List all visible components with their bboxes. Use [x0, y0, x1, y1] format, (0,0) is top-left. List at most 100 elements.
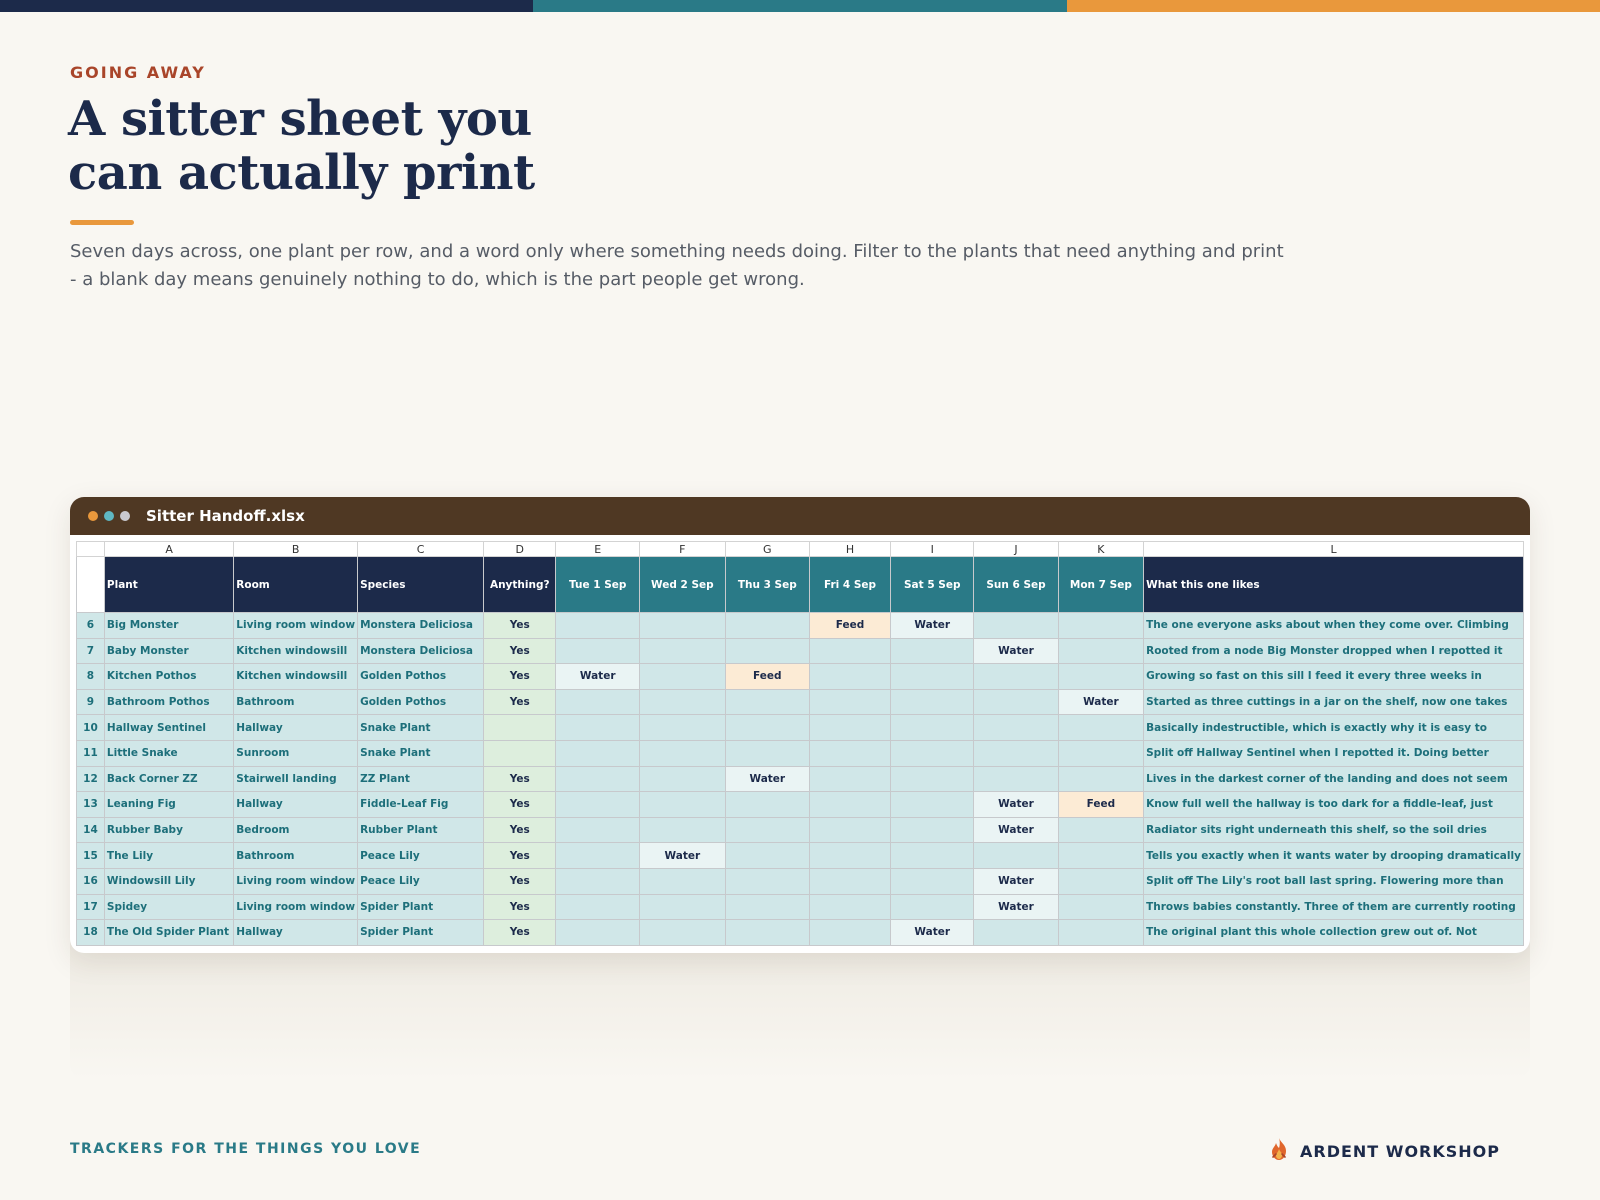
header-cell[interactable]: Tue 1 Sep: [555, 556, 640, 613]
plant-cell[interactable]: Baby Monster: [103, 637, 235, 665]
day-cell[interactable]: [973, 919, 1059, 946]
day-cell[interactable]: [555, 919, 640, 946]
day-cell[interactable]: [724, 791, 810, 818]
day-cell[interactable]: [555, 612, 640, 639]
day-cell[interactable]: [1057, 714, 1145, 741]
row-number[interactable]: 7: [76, 637, 105, 665]
room-cell[interactable]: Hallway: [233, 714, 359, 741]
day-cell[interactable]: [890, 816, 975, 844]
window-minimize-dot[interactable]: [104, 511, 114, 521]
day-cell[interactable]: [808, 714, 892, 741]
species-cell[interactable]: Spider Plant: [357, 919, 485, 946]
day-cell[interactable]: [555, 842, 640, 869]
plant-cell[interactable]: The Lily: [103, 842, 235, 869]
day-cell[interactable]: [890, 714, 975, 741]
species-cell[interactable]: Golden Pothos: [357, 688, 485, 716]
day-cell[interactable]: [808, 816, 892, 844]
likes-cell[interactable]: Throws babies constantly. Three of them …: [1143, 893, 1524, 921]
day-cell[interactable]: [890, 791, 975, 818]
day-cell[interactable]: Water: [1057, 688, 1145, 716]
day-cell[interactable]: [724, 714, 810, 741]
day-cell[interactable]: [1057, 612, 1145, 639]
row-number[interactable]: 13: [76, 791, 105, 818]
anything-cell[interactable]: Yes: [483, 791, 557, 818]
likes-cell[interactable]: Split off The Lily's root ball last spri…: [1143, 867, 1524, 895]
likes-cell[interactable]: Started as three cuttings in a jar on th…: [1143, 688, 1524, 716]
room-cell[interactable]: Hallway: [233, 791, 359, 818]
day-cell[interactable]: [724, 739, 810, 767]
room-cell[interactable]: Living room window: [233, 612, 359, 639]
brand-lockup[interactable]: ARDENT WORKSHOP: [1268, 1137, 1500, 1166]
day-cell[interactable]: [973, 714, 1059, 741]
likes-cell[interactable]: Know full well the hallway is too dark f…: [1143, 791, 1524, 818]
day-cell[interactable]: Water: [973, 893, 1059, 921]
anything-cell[interactable]: Yes: [483, 842, 557, 869]
day-cell[interactable]: [638, 637, 726, 665]
day-cell[interactable]: [724, 893, 810, 921]
likes-cell[interactable]: Radiator sits right underneath this shel…: [1143, 816, 1524, 844]
day-cell[interactable]: [638, 714, 726, 741]
day-cell[interactable]: [1057, 637, 1145, 665]
day-cell[interactable]: [808, 867, 892, 895]
room-cell[interactable]: Hallway: [233, 919, 359, 946]
anything-cell[interactable]: Yes: [483, 765, 557, 793]
column-letter-d[interactable]: D: [483, 541, 557, 557]
day-cell[interactable]: [808, 739, 892, 767]
row-number[interactable]: 11: [76, 739, 105, 767]
column-letter-e[interactable]: E: [555, 541, 640, 557]
day-cell[interactable]: [808, 765, 892, 793]
day-cell[interactable]: [638, 739, 726, 767]
anything-cell[interactable]: Yes: [483, 867, 557, 895]
header-cell[interactable]: Wed 2 Sep: [638, 556, 726, 613]
day-cell[interactable]: [638, 663, 726, 690]
plant-cell[interactable]: Hallway Sentinel: [103, 714, 235, 741]
day-cell[interactable]: [555, 791, 640, 818]
row-number[interactable]: 15: [76, 842, 105, 869]
row-number[interactable]: 16: [76, 867, 105, 895]
room-cell[interactable]: Sunroom: [233, 739, 359, 767]
likes-cell[interactable]: Tells you exactly when it wants water by…: [1143, 842, 1524, 869]
day-cell[interactable]: Water: [973, 637, 1059, 665]
day-cell[interactable]: [724, 637, 810, 665]
species-cell[interactable]: Peace Lily: [357, 867, 485, 895]
day-cell[interactable]: [638, 867, 726, 895]
plant-cell[interactable]: Rubber Baby: [103, 816, 235, 844]
room-cell[interactable]: Kitchen windowsill: [233, 663, 359, 690]
day-cell[interactable]: [555, 816, 640, 844]
row-number[interactable]: 5: [76, 556, 105, 613]
plant-cell[interactable]: Back Corner ZZ: [103, 765, 235, 793]
day-cell[interactable]: [638, 816, 726, 844]
day-cell[interactable]: Feed: [1057, 791, 1145, 818]
day-cell[interactable]: [638, 612, 726, 639]
day-cell[interactable]: [1057, 663, 1145, 690]
column-letter-b[interactable]: B: [233, 541, 359, 557]
day-cell[interactable]: [890, 765, 975, 793]
column-letter-h[interactable]: H: [808, 541, 892, 557]
day-cell[interactable]: [555, 739, 640, 767]
day-cell[interactable]: Water: [890, 612, 975, 639]
sheet-grid[interactable]: A B C D E F G H I J K L 5 Plant Room Species Anything? Tu…: [76, 541, 1524, 947]
header-cell[interactable]: Anything?: [483, 556, 557, 613]
likes-cell[interactable]: The original plant this whole collection…: [1143, 919, 1524, 946]
column-letter-c[interactable]: C: [357, 541, 485, 557]
header-cell[interactable]: Species: [357, 556, 485, 613]
plant-cell[interactable]: Windowsill Lily: [103, 867, 235, 895]
day-cell[interactable]: [890, 842, 975, 869]
day-cell[interactable]: Water: [973, 791, 1059, 818]
header-cell[interactable]: Sun 6 Sep: [973, 556, 1059, 613]
day-cell[interactable]: [724, 612, 810, 639]
anything-cell[interactable]: Yes: [483, 816, 557, 844]
header-cell[interactable]: Thu 3 Sep: [724, 556, 810, 613]
anything-cell[interactable]: Yes: [483, 637, 557, 665]
species-cell[interactable]: Snake Plant: [357, 739, 485, 767]
day-cell[interactable]: [808, 919, 892, 946]
day-cell[interactable]: [890, 867, 975, 895]
column-letter-f[interactable]: F: [638, 541, 726, 557]
header-cell[interactable]: Room: [233, 556, 359, 613]
day-cell[interactable]: [724, 816, 810, 844]
day-cell[interactable]: [808, 663, 892, 690]
day-cell[interactable]: [555, 893, 640, 921]
anything-cell[interactable]: [483, 739, 557, 767]
day-cell[interactable]: [724, 867, 810, 895]
likes-cell[interactable]: Split off Hallway Sentinel when I repott…: [1143, 739, 1524, 767]
